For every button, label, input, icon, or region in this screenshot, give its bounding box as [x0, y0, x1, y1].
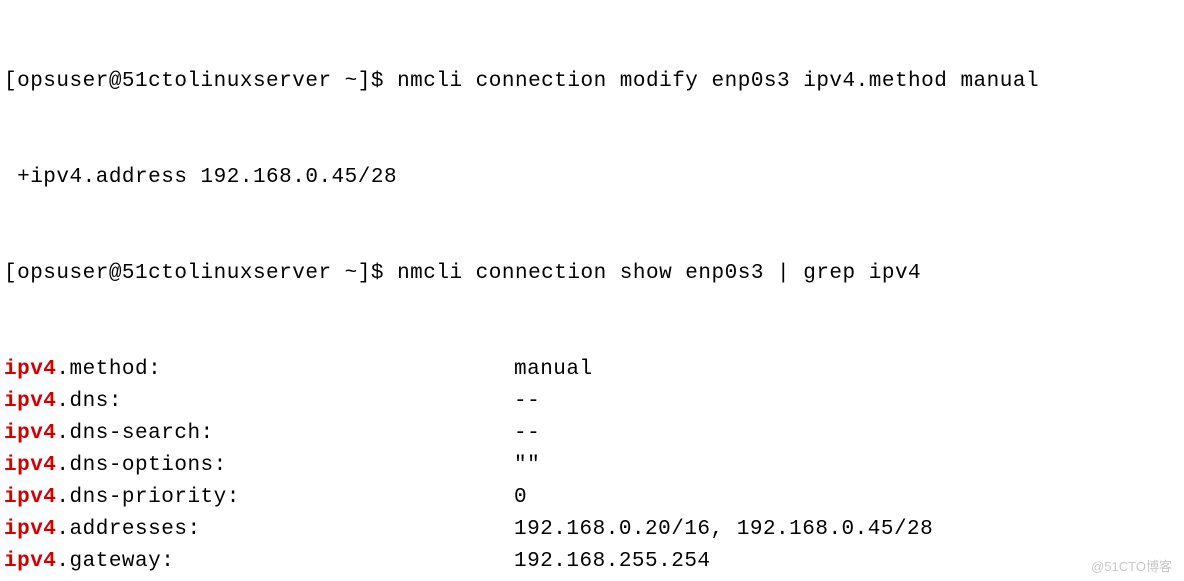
shell-prompt: [opsuser@51ctolinuxserver ~]$	[4, 262, 397, 285]
grep-highlight: ipv4	[4, 422, 56, 445]
grep-highlight: ipv4	[4, 550, 56, 573]
output-row: ipv4.dns-search:--	[4, 418, 1184, 450]
output-row: ipv4.gateway:192.168.255.254	[4, 546, 1184, 578]
output-value: --	[514, 418, 1184, 450]
output-key-tail: .addresses:	[56, 518, 200, 541]
output-row: ipv4.method:manual	[4, 354, 1184, 386]
output-key: ipv4.method:	[4, 354, 514, 386]
output-key-tail: .dns-search:	[56, 422, 213, 445]
output-key-tail: .dns-priority:	[56, 486, 239, 509]
grep-highlight: ipv4	[4, 390, 56, 413]
grep-highlight: ipv4	[4, 486, 56, 509]
output-row: ipv4.dns:--	[4, 386, 1184, 418]
output-row: ipv4.dns-priority:0	[4, 482, 1184, 514]
output-row: ipv4.addresses:192.168.0.20/16, 192.168.…	[4, 514, 1184, 546]
grep-highlight: ipv4	[4, 358, 56, 381]
watermark: @51CTO博客	[1091, 556, 1172, 575]
grep-highlight: ipv4	[4, 518, 56, 541]
output-value: --	[514, 386, 1184, 418]
grep-highlight: ipv4	[4, 454, 56, 477]
shell-command: nmcli connection modify enp0s3 ipv4.meth…	[397, 70, 1039, 93]
terminal-output: [opsuser@51ctolinuxserver ~]$ nmcli conn…	[0, 0, 1184, 581]
output-key-tail: .dns-options:	[56, 454, 226, 477]
output-key: ipv4.dns-options:	[4, 450, 514, 482]
output-value: 192.168.0.20/16, 192.168.0.45/28	[514, 514, 1184, 546]
output-value: 192.168.255.254	[514, 546, 1184, 578]
output-value: ""	[514, 450, 1184, 482]
output-key-tail: .dns:	[56, 390, 122, 413]
output-key-tail: .method:	[56, 358, 161, 381]
output-key: ipv4.dns:	[4, 386, 514, 418]
command-line-1: [opsuser@51ctolinuxserver ~]$ nmcli conn…	[4, 66, 1184, 98]
output-key: ipv4.addresses:	[4, 514, 514, 546]
output-rows: ipv4.method:manualipv4.dns:--ipv4.dns-se…	[4, 354, 1184, 581]
output-row: ipv4.dns-options:""	[4, 450, 1184, 482]
output-value: 0	[514, 482, 1184, 514]
shell-prompt: [opsuser@51ctolinuxserver ~]$	[4, 70, 397, 93]
shell-command: nmcli connection show enp0s3 | grep ipv4	[397, 262, 921, 285]
output-key: ipv4.dns-priority:	[4, 482, 514, 514]
command-line-1-continuation: +ipv4.address 192.168.0.45/28	[4, 162, 1184, 194]
output-key: ipv4.dns-search:	[4, 418, 514, 450]
output-key: ipv4.gateway:	[4, 546, 514, 578]
output-value: manual	[514, 354, 1184, 386]
command-line-2: [opsuser@51ctolinuxserver ~]$ nmcli conn…	[4, 258, 1184, 290]
output-key-tail: .gateway:	[56, 550, 174, 573]
